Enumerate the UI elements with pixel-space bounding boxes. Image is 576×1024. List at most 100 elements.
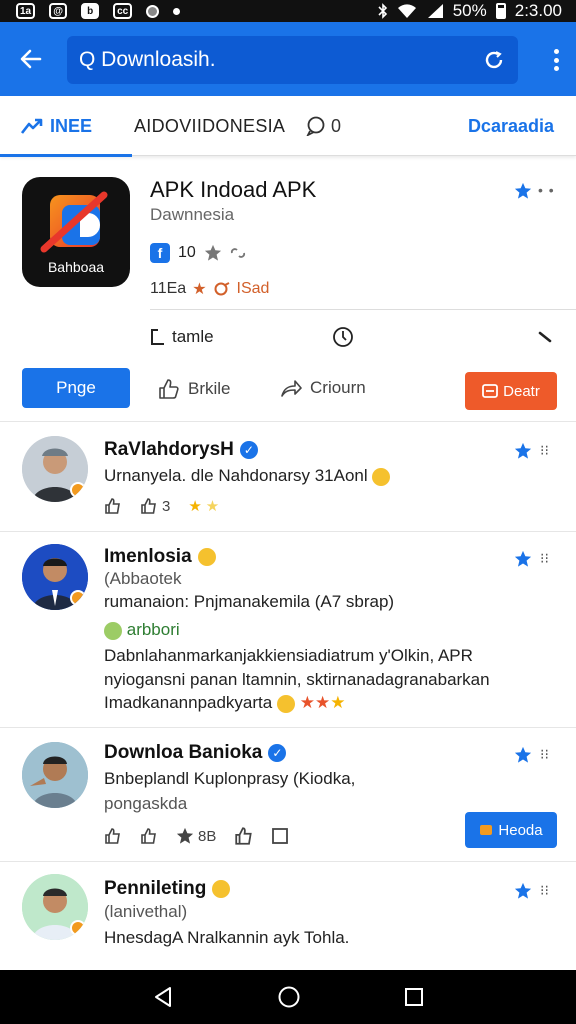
post-author-name: Pennileting xyxy=(104,878,207,899)
rating-button[interactable]: 8B xyxy=(176,827,216,845)
post-text-line: HnesdagA Nralkannin ayk Tohla. xyxy=(104,928,350,947)
download-label: Deatr xyxy=(503,382,540,400)
tab-inee[interactable]: INEE xyxy=(0,96,132,157)
thumbs-up-icon xyxy=(159,379,179,399)
like-label: Brkile xyxy=(188,379,231,398)
like-count-button[interactable]: 3 xyxy=(140,497,170,515)
star-icon[interactable] xyxy=(514,442,532,460)
star-icon: ★ xyxy=(330,693,346,712)
thumb-icon xyxy=(105,498,120,514)
post-action-button[interactable]: Heoda xyxy=(465,812,557,848)
emoji-icon xyxy=(212,880,231,898)
back-button[interactable] xyxy=(0,22,62,96)
divider xyxy=(150,309,576,310)
square-icon xyxy=(272,828,289,844)
app-icon-label: Bahboaa xyxy=(47,259,105,275)
post-body-text: Imadkanannpadkyarta xyxy=(104,693,273,712)
nav-back-icon[interactable] xyxy=(152,986,174,1008)
star-icon[interactable] xyxy=(514,746,532,764)
post-author[interactable]: RaVlahdorysH ✓ xyxy=(104,439,258,461)
open-label: tamle xyxy=(172,327,214,346)
more-dots-icon[interactable]: ⁝⁝ xyxy=(540,442,549,459)
more-dots-icon[interactable]: ⁝⁝ xyxy=(540,550,549,567)
email-icon: @ xyxy=(49,3,68,19)
app-size-row: 11Ea ★ ISad xyxy=(150,279,269,299)
link-icon xyxy=(230,248,245,258)
star-icon[interactable] xyxy=(514,182,532,200)
post-text-line: Urnanyela. dle Nahdonarsy 31Aonl xyxy=(104,466,368,485)
share-arrow-icon xyxy=(281,380,302,397)
avatar-badge xyxy=(70,590,86,606)
post-text: Urnanyela. dle Nahdonarsy 31Aonl xyxy=(104,466,391,486)
arrow-left-icon xyxy=(20,49,42,69)
thumb-up-small-icon xyxy=(141,498,156,514)
avatar[interactable] xyxy=(22,436,88,502)
post-text-line: Bnbeplandl Kuplonprasy (Kiodka, xyxy=(104,769,356,788)
post-tag: arbbori xyxy=(104,620,180,640)
star-icon[interactable] xyxy=(514,882,532,900)
app-size: 11Ea xyxy=(150,280,187,297)
post-handle: (Abbaotek xyxy=(104,569,182,588)
share-button[interactable]: Criourn xyxy=(280,378,366,398)
react-button[interactable] xyxy=(104,497,122,515)
post-author[interactable]: Imenlosia xyxy=(104,546,216,568)
post-text-line: pongaskda xyxy=(104,794,188,813)
post-author[interactable]: Downloa Banioka ✓ xyxy=(104,742,287,764)
chat-bubble-icon xyxy=(306,116,325,136)
app-likes-row: f 10 xyxy=(150,243,246,263)
post-author-name: RaVlahdorysH xyxy=(104,439,234,460)
tab-label: Dcaraadia xyxy=(467,115,554,136)
avatar[interactable] xyxy=(22,544,88,610)
clock: 2:3.00 xyxy=(514,1,562,20)
emoji-icon xyxy=(104,621,122,640)
battery-icon xyxy=(495,3,506,19)
tab-comments[interactable]: 0 xyxy=(305,96,341,156)
thumb-icon xyxy=(105,828,120,844)
tab-dcaraadia[interactable]: Dcaraadia xyxy=(468,96,554,156)
notification-icon: 1a xyxy=(16,3,36,19)
post-action-label: Heoda xyxy=(498,821,543,839)
nav-recents-icon[interactable] xyxy=(404,987,424,1007)
app-subtitle: Dawnnesia xyxy=(150,205,235,224)
star-outline-icon xyxy=(176,827,194,844)
nav-home-icon[interactable] xyxy=(277,985,301,1009)
star-outline-icon xyxy=(204,244,221,261)
download-button[interactable]: Deatr xyxy=(465,372,557,410)
tab-indonesia[interactable]: AIDOVIIDONESIA xyxy=(134,96,285,156)
post-body-line: Dabnlahanmarkanjakkiensiadiatrum y'Olkin… xyxy=(104,646,473,665)
status-bar: 1a @ b cc 50% 2:3.00 xyxy=(0,0,576,22)
search-input[interactable]: Q Downloasih. xyxy=(67,36,518,84)
share-label: Criourn xyxy=(310,378,366,397)
more-dots-icon[interactable]: • • xyxy=(538,182,555,198)
more-dots-icon[interactable]: ⁝⁝ xyxy=(540,746,549,763)
avatar[interactable] xyxy=(22,742,88,808)
post-body-line: Imadkanannpadkyarta ★★★ xyxy=(104,693,345,713)
avatar[interactable] xyxy=(22,874,88,940)
like-button[interactable]: Brkile xyxy=(158,378,231,400)
star-icon[interactable] xyxy=(514,550,532,568)
primary-button[interactable]: Pnge xyxy=(22,368,130,408)
collapse-icon[interactable] xyxy=(538,331,552,343)
open-button[interactable]: tamle xyxy=(150,327,214,347)
post-author[interactable]: Pennileting xyxy=(104,878,231,900)
refresh-button[interactable] xyxy=(482,48,506,72)
bluetooth-icon xyxy=(378,3,387,19)
download-box-icon xyxy=(482,384,499,398)
more-dots-icon[interactable]: ⁝⁝ xyxy=(540,882,549,899)
dot-icon xyxy=(173,7,181,15)
app-icon[interactable]: Bahboaa xyxy=(22,177,130,287)
battery-percent: 50% xyxy=(452,1,487,20)
thumb-up-small-icon xyxy=(141,828,156,844)
bookmark-button[interactable] xyxy=(272,828,289,844)
sync-icon xyxy=(146,4,160,18)
more-options-button[interactable] xyxy=(552,49,560,71)
post-body-line: nyiogansni panan ltamnin, sktirnanadagra… xyxy=(104,670,490,689)
star-icon: ★ xyxy=(299,693,315,712)
clock-download-icon[interactable] xyxy=(331,325,355,349)
react-button[interactable] xyxy=(104,827,122,845)
like-button[interactable] xyxy=(140,827,158,845)
avatar-badge xyxy=(70,920,86,936)
verified-icon: ✓ xyxy=(268,744,287,762)
like-button[interactable] xyxy=(234,826,254,846)
post-actions: 3 ★ ★ xyxy=(104,497,219,515)
